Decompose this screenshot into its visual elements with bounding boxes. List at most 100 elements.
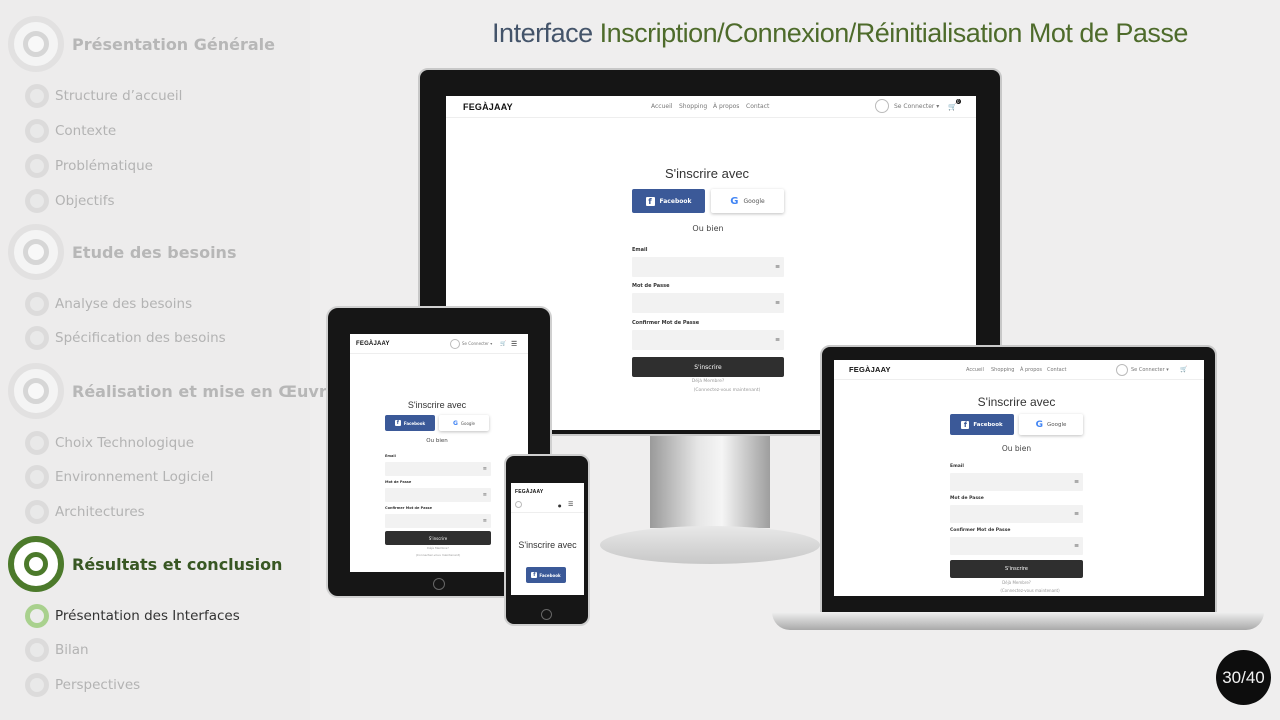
- sidebar-item-label: Spécification des besoins: [55, 330, 226, 346]
- login-link[interactable]: (Connectez-vous maintenant): [632, 388, 822, 393]
- bullet-circle-icon: [25, 465, 49, 489]
- already-member-text: Déjà Membre?: [691, 379, 725, 384]
- nav-a-propos[interactable]: À propos: [1020, 367, 1042, 373]
- sidebar-item-specification-besoins[interactable]: Spécification des besoins: [25, 326, 226, 350]
- section-label: Présentation Générale: [72, 34, 276, 54]
- password-field[interactable]: ≡: [950, 505, 1083, 523]
- google-button[interactable]: G Google: [1019, 414, 1083, 435]
- nav-contact[interactable]: Contact: [746, 103, 769, 110]
- email-field[interactable]: ≡: [632, 257, 784, 277]
- user-avatar-icon[interactable]: [515, 501, 522, 508]
- site-brand[interactable]: FEGÀJAAY: [849, 365, 891, 374]
- nav-accueil[interactable]: Accueil: [966, 367, 984, 373]
- facebook-button[interactable]: f Facebook: [632, 189, 705, 213]
- google-button-label: Google: [1046, 421, 1067, 428]
- user-avatar-icon[interactable]: [450, 339, 460, 349]
- bullet-circle-icon: [25, 84, 49, 108]
- user-avatar-icon[interactable]: [875, 99, 889, 113]
- google-button[interactable]: G Google: [711, 189, 784, 213]
- submit-button[interactable]: S'inscrire: [385, 531, 491, 545]
- user-avatar-icon[interactable]: [1116, 364, 1128, 376]
- facebook-button-label: Facebook: [539, 572, 561, 578]
- facebook-button[interactable]: f Facebook: [950, 414, 1014, 435]
- confirm-password-field[interactable]: ≡: [950, 537, 1083, 555]
- email-label: Email: [385, 454, 396, 458]
- section-resultats-conclusion[interactable]: Résultats et conclusion: [8, 536, 308, 592]
- bullet-circle-icon: [25, 292, 49, 316]
- cart-icon[interactable]: 🛒: [948, 103, 957, 111]
- section-realisation[interactable]: Réalisation et mise en Œuvre: [8, 363, 338, 419]
- site-brand[interactable]: FEGÀJAAY: [463, 102, 513, 112]
- sidebar-item-label: Objectifs: [55, 193, 115, 209]
- nav-a-propos[interactable]: À propos: [713, 103, 739, 110]
- login-link[interactable]: (Connectez-vous maintenant): [385, 553, 491, 557]
- nav-contact[interactable]: Contact: [1047, 367, 1066, 373]
- email-field[interactable]: ≡: [385, 462, 491, 476]
- password-field[interactable]: ≡: [632, 293, 784, 313]
- sidebar-item-analyse-besoins[interactable]: Analyse des besoins: [25, 292, 192, 316]
- login-link[interactable]: (Connectez-vous maintenant): [950, 588, 1110, 593]
- field-icon: ≡: [482, 518, 487, 524]
- site-navbar: FEGÀJAAY Se Connecter ▾ 🛒 ☰: [350, 334, 528, 354]
- nav-accueil[interactable]: Accueil: [651, 103, 672, 110]
- field-icon: ≡: [482, 492, 487, 498]
- submit-button[interactable]: S'inscrire: [950, 560, 1083, 578]
- account-dropdown[interactable]: Se Connecter ▾: [1131, 367, 1169, 373]
- confirm-password-field[interactable]: ≡: [385, 514, 491, 528]
- tablet-home-button: [433, 578, 445, 590]
- facebook-button[interactable]: f Facebook: [385, 415, 435, 431]
- phone-screen: FEGÀJAAY ● ☰ S'inscrire avec f Facebook: [511, 483, 584, 595]
- nav-shopping[interactable]: Shopping: [679, 103, 707, 110]
- bullet-circle-icon: [25, 119, 49, 143]
- section-circle-icon: [8, 363, 64, 419]
- cart-icon[interactable]: ●: [558, 503, 562, 508]
- section-presentation-generale[interactable]: Présentation Générale: [8, 16, 308, 72]
- password-field[interactable]: ≡: [385, 488, 491, 502]
- cart-icon[interactable]: 🛒: [500, 341, 506, 347]
- section-etude-besoins[interactable]: Etude des besoins: [8, 224, 308, 280]
- confirm-password-field[interactable]: ≡: [632, 330, 784, 350]
- cart-icon[interactable]: 🛒: [1180, 366, 1187, 373]
- sidebar-item-environnement-logiciel[interactable]: Environnement Logiciel: [25, 465, 213, 489]
- cart-count-badge: 0: [956, 99, 961, 104]
- sidebar-item-objectifs[interactable]: Objectifs: [25, 189, 115, 213]
- field-icon: ≡: [1073, 542, 1079, 550]
- facebook-button[interactable]: f Facebook: [526, 567, 566, 583]
- google-button-label: Google: [743, 197, 765, 205]
- sidebar-item-problematique[interactable]: Problématique: [25, 154, 153, 178]
- sidebar-item-label: Présentation des Interfaces: [55, 608, 240, 624]
- account-dropdown[interactable]: Se Connecter ▾: [462, 341, 492, 346]
- account-dropdown[interactable]: Se Connecter ▾: [894, 103, 939, 110]
- password-label: Mot de Passe: [632, 283, 670, 289]
- email-field[interactable]: ≡: [950, 473, 1083, 491]
- sidebar-item-choix-technologique[interactable]: Choix Technologique: [25, 431, 194, 455]
- section-label: Etude des besoins: [72, 242, 237, 262]
- sidebar-item-bilan[interactable]: Bilan: [25, 638, 89, 662]
- site-navbar: FEGÀJAAY Accueil Shopping À propos Conta…: [446, 96, 976, 118]
- facebook-icon: f: [531, 572, 538, 578]
- site-brand[interactable]: FEGÀJAAY: [356, 341, 390, 347]
- facebook-icon: f: [645, 196, 655, 206]
- menu-icon[interactable]: ☰: [511, 340, 517, 348]
- or-separator: Ou bien: [426, 438, 448, 444]
- email-label: Email: [950, 464, 964, 469]
- title-part-1: Interface: [492, 18, 600, 48]
- menu-icon[interactable]: ☰: [568, 501, 573, 508]
- or-separator: Ou bien: [1001, 444, 1032, 453]
- sidebar-item-structure-accueil[interactable]: Structure d’accueil: [25, 84, 182, 108]
- sidebar-item-label: Bilan: [55, 642, 89, 658]
- field-icon: ≡: [774, 263, 780, 271]
- nav-shopping[interactable]: Shopping: [991, 367, 1014, 373]
- sidebar-item-contexte[interactable]: Contexte: [25, 119, 116, 143]
- sidebar-item-presentation-interfaces[interactable]: Présentation des Interfaces: [25, 604, 240, 628]
- sidebar-item-architectures[interactable]: Architectures: [25, 500, 145, 524]
- sidebar-item-perspectives[interactable]: Perspectives: [25, 673, 140, 697]
- google-button[interactable]: G Google: [439, 415, 489, 431]
- submit-button[interactable]: S'inscrire: [632, 357, 784, 377]
- sidebar-item-label: Perspectives: [55, 677, 141, 693]
- bullet-circle-icon: [25, 154, 49, 178]
- bullet-circle-icon: [25, 673, 49, 697]
- password-label: Mot de Passe: [385, 480, 412, 484]
- field-icon: ≡: [1073, 478, 1079, 486]
- site-brand[interactable]: FEGÀJAAY: [515, 489, 543, 495]
